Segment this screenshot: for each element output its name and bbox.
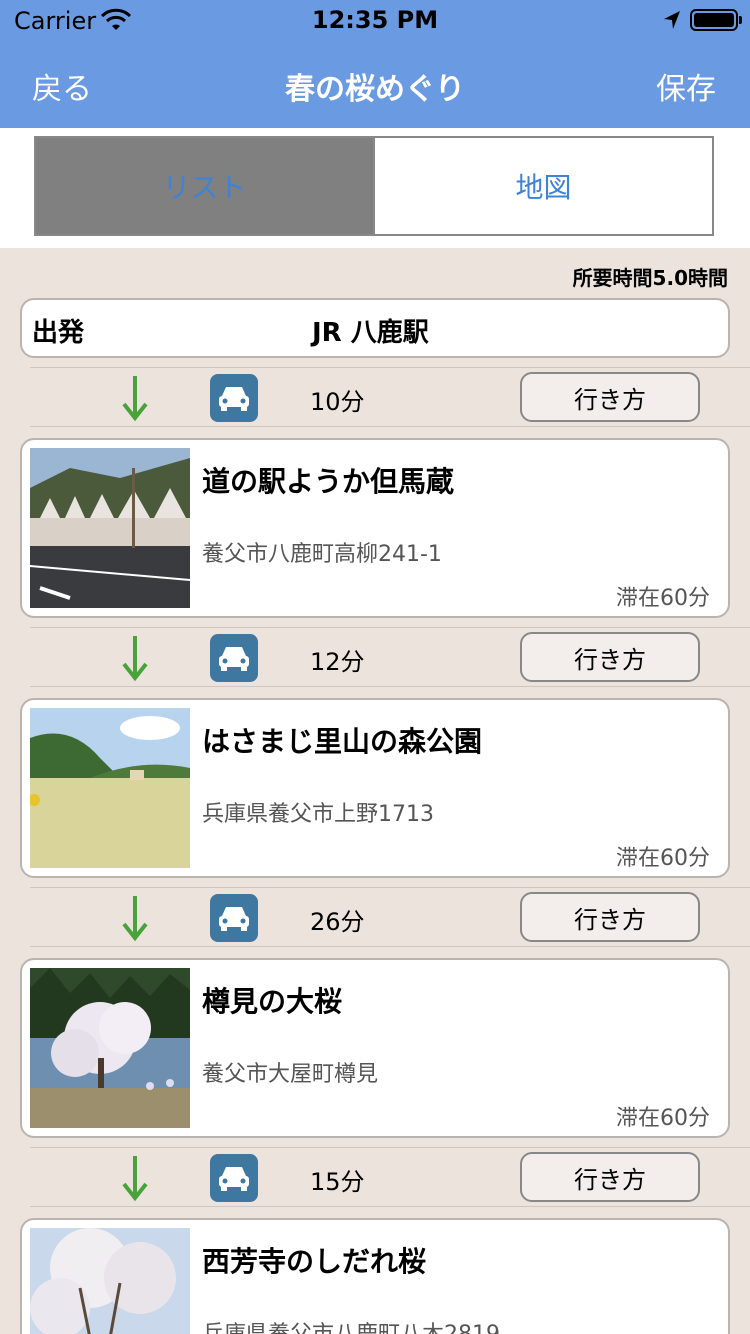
departure-card: 出発 JR 八鹿駅 (20, 298, 730, 358)
car-icon (210, 894, 258, 942)
transit-row: 12分 行き方 (30, 627, 750, 687)
location-arrow-icon (664, 11, 680, 29)
spot-stay-time: 滞在60分 (616, 846, 710, 871)
directions-button[interactable]: 行き方 (520, 632, 700, 682)
spot-address: 兵庫県養父市八鹿町八木2819 (202, 1316, 500, 1334)
page-title: 春の桜めぐり (285, 72, 465, 107)
spot-photo (30, 448, 190, 608)
transit-row: 26分 行き方 (30, 887, 750, 947)
spot-card[interactable]: 道の駅ようか但馬蔵 養父市八鹿町高柳241-1 滞在60分 (20, 438, 730, 618)
spot-name: 樽見の大桜 (202, 985, 343, 1018)
spot-stay-time: 滞在60分 (616, 1106, 710, 1131)
departure-label: 出発 (32, 318, 85, 348)
spot-address: 兵庫県養父市上野1713 (202, 802, 434, 827)
itinerary-list: 所要時間5.0時間 出発 JR 八鹿駅 10分 行き方 道の駅ようか但馬蔵 養父… (0, 248, 750, 1334)
spot-photo (30, 708, 190, 868)
save-button[interactable]: 保存 (656, 64, 716, 108)
view-switcher: リスト 地図 (34, 136, 714, 236)
spot-photo (30, 968, 190, 1128)
status-time: 12:35 PM (311, 6, 439, 34)
spot-address: 養父市大屋町樽見 (202, 1062, 379, 1087)
spot-card[interactable]: 樽見の大桜 養父市大屋町樽見 滞在60分 (20, 958, 730, 1138)
transit-row: 10分 行き方 (30, 367, 750, 427)
down-arrow-icon (122, 376, 148, 422)
departure-station: JR 八鹿駅 (312, 318, 429, 348)
status-bar: Carrier 12:35 PM (0, 0, 750, 40)
travel-time: 26分 (310, 908, 365, 936)
spot-name: 道の駅ようか但馬蔵 (202, 465, 455, 498)
spot-photo (30, 1228, 190, 1334)
travel-time: 10分 (310, 388, 365, 416)
spot-name: はさまじ里山の森公園 (202, 725, 483, 758)
battery-icon (690, 9, 742, 31)
travel-time: 15分 (310, 1168, 365, 1196)
total-duration: 所要時間5.0時間 (572, 266, 728, 290)
spot-address: 養父市八鹿町高柳241-1 (202, 542, 442, 567)
directions-button[interactable]: 行き方 (520, 1152, 700, 1202)
tab-list[interactable]: リスト (36, 138, 373, 234)
directions-button[interactable]: 行き方 (520, 892, 700, 942)
car-icon (210, 634, 258, 682)
car-icon (210, 1154, 258, 1202)
down-arrow-icon (122, 1156, 148, 1202)
spot-stay-time: 滞在60分 (616, 586, 710, 611)
down-arrow-icon (122, 636, 148, 682)
spot-card[interactable]: 西芳寺のしだれ桜 兵庫県養父市八鹿町八木2819 (20, 1218, 730, 1334)
spot-card[interactable]: はさまじ里山の森公園 兵庫県養父市上野1713 滞在60分 (20, 698, 730, 878)
tab-map[interactable]: 地図 (373, 138, 712, 234)
directions-button[interactable]: 行き方 (520, 372, 700, 422)
travel-time: 12分 (310, 648, 365, 676)
spot-name: 西芳寺のしだれ桜 (202, 1245, 427, 1278)
navigation-bar: 戻る 春の桜めぐり 保存 (0, 40, 750, 128)
view-switcher-container: リスト 地図 (0, 128, 750, 248)
car-icon (210, 374, 258, 422)
down-arrow-icon (122, 896, 148, 942)
transit-row: 15分 行き方 (30, 1147, 750, 1207)
